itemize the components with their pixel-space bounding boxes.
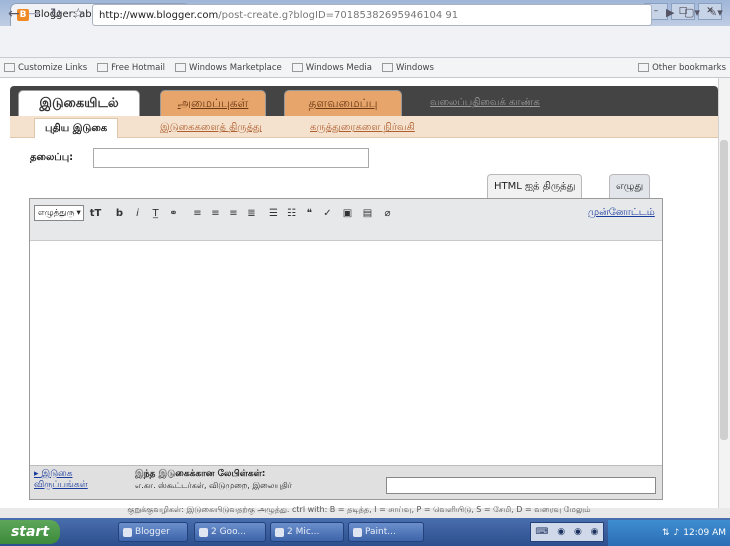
url-path: /post-create.g?blogID=70185382695946104 …: [218, 9, 459, 21]
bold-icon[interactable]: b: [112, 204, 127, 222]
title-label: தலைப்பு:: [30, 152, 74, 163]
post-options-link[interactable]: ▸ இடுகை விருப்பங்கள்: [34, 469, 114, 491]
link-icon[interactable]: ⚭: [166, 204, 181, 222]
bookmark-item[interactable]: Windows: [381, 63, 434, 73]
volume-icon[interactable]: ♪: [674, 528, 680, 538]
page-icon: [381, 63, 393, 72]
video-icon[interactable]: ▤: [360, 204, 375, 222]
chevron-down-icon: ▾: [76, 208, 81, 218]
taskbar-item[interactable]: Blogger: [118, 522, 188, 542]
taskbar-item[interactable]: 2 Mic...: [270, 522, 344, 542]
post-title-input[interactable]: [93, 148, 369, 168]
taskbar-item[interactable]: 2 Goo...: [194, 522, 266, 542]
address-bar[interactable]: http://www.blogger.com/post-create.g?blo…: [92, 4, 652, 26]
bookmarks-bar: Customize Links Free Hotmail Windows Mar…: [0, 58, 730, 78]
bullet-list-icon[interactable]: ☷: [284, 204, 299, 222]
text-color-icon[interactable]: T̲: [148, 204, 163, 222]
subtab-moderate-comments[interactable]: கருத்துரைகளை நிர்வகி: [300, 118, 425, 138]
tab-posting[interactable]: இடுகையிடல்: [18, 90, 140, 116]
view-blog-link[interactable]: வலைப்பதிவைக் காண்க: [430, 97, 540, 109]
start-button[interactable]: start: [0, 520, 60, 544]
image-icon[interactable]: ▣: [340, 204, 355, 222]
keyboard-icon: ⌨: [535, 527, 549, 537]
labels-input[interactable]: [386, 477, 656, 494]
blockquote-icon[interactable]: ❝: [302, 204, 317, 222]
preview-link[interactable]: முன்னோட்டம்: [588, 207, 655, 219]
taskbar-item[interactable]: Paint...: [348, 522, 424, 542]
circle-icon: ◉: [573, 527, 582, 537]
bookmark-item[interactable]: Windows Marketplace: [175, 63, 282, 73]
page-menu-icon[interactable]: ▢▾: [684, 6, 700, 19]
forward-icon[interactable]: →: [28, 6, 40, 22]
clock[interactable]: 12:09 AM: [683, 528, 726, 538]
bookmark-item[interactable]: Free Hotmail: [97, 63, 165, 73]
align-right-icon[interactable]: ≡: [226, 204, 241, 222]
other-bookmarks[interactable]: Other bookmarks: [638, 63, 726, 73]
go-icon[interactable]: ▶: [666, 6, 674, 19]
remove-format-icon[interactable]: ⌀: [380, 204, 395, 222]
circle-icon: ◉: [557, 527, 566, 537]
numbered-list-icon[interactable]: ☰: [266, 204, 281, 222]
star-icon[interactable]: ☆: [72, 6, 85, 22]
app-icon: [123, 527, 132, 537]
app-icon: [199, 527, 208, 537]
page-icon: [97, 63, 109, 72]
page-icon: [4, 63, 15, 72]
back-icon[interactable]: ←: [8, 6, 20, 22]
bookmark-item[interactable]: Windows Media: [291, 63, 372, 73]
url-host: http://www.blogger.com: [99, 9, 219, 21]
align-center-icon[interactable]: ≡: [208, 204, 223, 222]
justify-icon[interactable]: ≣: [244, 204, 259, 222]
system-tray: ⇅ ♪ 12:09 AM: [608, 520, 730, 546]
scrollbar-thumb[interactable]: [720, 140, 728, 440]
wrench-menu-icon[interactable]: ✎▾: [708, 6, 723, 19]
labels-prompt: இந்த இடுகைக்கான லேபிள்கள்: எ.கா. ஸ்கூட்ட…: [135, 469, 292, 490]
font-size-button[interactable]: tT: [88, 204, 103, 222]
keyboard-shortcuts-hint: குறுக்குவழிகள்: இடுகையிடுவதற்கு அழுத்து.…: [127, 505, 591, 514]
tab-layout[interactable]: தளவமைப்பு: [284, 90, 402, 116]
spellcheck-icon[interactable]: ✓: [320, 204, 335, 222]
subtab-new-post[interactable]: புதிய இடுகை: [34, 118, 119, 138]
tab-settings[interactable]: அமைப்புகள்: [160, 90, 266, 116]
subtab-edit-posts[interactable]: இடுகைகளைத் திருத்து: [150, 118, 272, 138]
page-icon: [291, 63, 303, 72]
browser-toolbar: [0, 26, 730, 58]
circle-icon: ◉: [590, 527, 599, 537]
italic-icon[interactable]: i: [130, 204, 145, 222]
network-icon[interactable]: ⇅: [662, 528, 670, 538]
app-icon: [353, 527, 362, 537]
app-icon: [275, 527, 284, 537]
compose-tab[interactable]: எழுது: [609, 174, 651, 198]
bookmark-item[interactable]: Customize Links: [4, 63, 87, 73]
reload-icon[interactable]: ↻: [50, 6, 62, 22]
post-body-editor[interactable]: [30, 241, 662, 465]
edit-html-tab[interactable]: HTML ஐத் திருத்து: [487, 174, 583, 198]
align-left-icon[interactable]: ≡: [190, 204, 205, 222]
page-icon: [175, 63, 187, 72]
font-select[interactable]: எழுத்துரு ▾: [34, 205, 84, 221]
language-bar[interactable]: ⌨ ◉ ◉ ◉: [530, 522, 604, 542]
folder-icon: [638, 63, 650, 72]
